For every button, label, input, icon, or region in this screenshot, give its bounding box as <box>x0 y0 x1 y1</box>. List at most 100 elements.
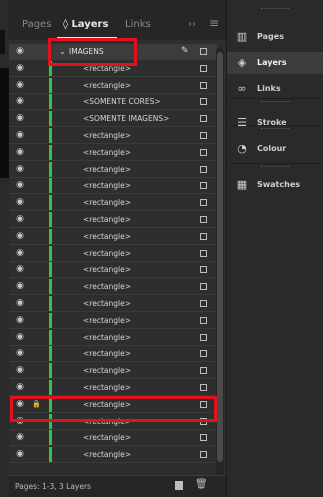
panel-footer: Pages: 1-3, 3 Layers 🗑 <box>9 475 226 497</box>
eye-icon[interactable]: ◉ <box>15 97 25 106</box>
new-layer-icon[interactable] <box>175 481 183 490</box>
layer-row[interactable]: ◉ <rectangle> <box>9 279 217 296</box>
selection-square-icon[interactable] <box>200 333 207 341</box>
eye-icon[interactable]: ◉ <box>15 47 25 56</box>
selection-square-icon[interactable] <box>200 64 207 72</box>
eye-icon[interactable]: ◉ <box>15 164 25 174</box>
selection-square-icon[interactable] <box>200 316 207 324</box>
layer-row[interactable]: ◉ <rectangle> <box>9 178 217 195</box>
layer-row[interactable]: ◉ <rectangle> <box>9 447 217 464</box>
layer-label: <rectangle> <box>83 147 131 157</box>
selection-square-icon[interactable] <box>200 148 207 156</box>
eye-icon[interactable]: ◉ <box>15 366 25 375</box>
tab-links[interactable]: Links <box>125 18 151 32</box>
dock-item-swatches[interactable]: ▦ Swatches <box>227 174 323 196</box>
eye-icon[interactable]: ◉ <box>15 332 25 342</box>
layer-row[interactable]: ◉ <rectangle> <box>9 161 217 178</box>
eye-icon[interactable]: ◉ <box>15 131 25 140</box>
layer-row[interactable]: ◉ <rectangle> <box>9 363 217 380</box>
layer-color-bar <box>49 245 52 262</box>
selection-square-icon[interactable] <box>200 249 207 257</box>
eye-icon[interactable]: ◉ <box>15 80 25 90</box>
selection-square-icon[interactable] <box>200 232 207 240</box>
eye-icon[interactable]: ◉ <box>15 450 25 459</box>
layer-color-bar <box>49 279 52 296</box>
layer-label: <rectangle> <box>83 349 131 359</box>
layer-row[interactable]: ◉ <rectangle> <box>9 228 217 245</box>
layer-color-bar <box>49 228 52 245</box>
document-strip <box>0 30 5 54</box>
tab-pages[interactable]: Pages <box>22 18 51 32</box>
layer-row[interactable]: ◉ <rectangle> <box>9 245 217 262</box>
layer-label: <rectangle> <box>83 450 131 460</box>
dock-grip[interactable] <box>261 101 289 103</box>
layer-row[interactable]: ◉ <rectangle> <box>9 380 217 396</box>
dock-item-stroke[interactable]: ☰ Stroke <box>227 112 323 134</box>
eye-icon[interactable]: ◉ <box>15 315 25 325</box>
layer-row[interactable]: ◉ <rectangle> <box>9 296 217 312</box>
selection-square-icon[interactable] <box>200 132 207 139</box>
eye-icon[interactable]: ◉ <box>15 215 25 224</box>
layer-row[interactable]: ◉ <SOMENTE IMAGENS> <box>9 111 217 128</box>
scrollbar-thumb[interactable] <box>217 52 223 462</box>
dock-item-links[interactable]: ∞ Links <box>227 78 323 100</box>
layer-row[interactable]: ◉ <rectangle> <box>9 144 217 161</box>
dock-grip[interactable] <box>261 166 289 168</box>
layer-row[interactable]: ◉ <rectangle> <box>9 312 217 329</box>
pages-icon: ▥ <box>236 30 248 43</box>
eye-icon[interactable]: ◉ <box>15 198 25 207</box>
selection-square-icon[interactable] <box>200 81 207 89</box>
selection-square-icon[interactable] <box>200 165 207 173</box>
dock-item-colour[interactable]: ◔ Colour <box>227 138 323 160</box>
layer-row[interactable]: ◉ <rectangle> <box>9 128 217 144</box>
eye-icon[interactable]: ◉ <box>15 433 25 442</box>
layer-row[interactable]: ◉ <rectangle> <box>9 346 217 363</box>
selection-square-icon[interactable] <box>200 451 207 459</box>
layer-row[interactable]: ◉ <rectangle> <box>9 329 217 346</box>
layer-row[interactable]: ◉ <rectangle> <box>9 430 217 447</box>
dock-grip[interactable] <box>261 8 289 10</box>
layer-row[interactable]: ◉ <rectangle> <box>9 262 217 279</box>
selection-square-icon[interactable] <box>200 98 207 106</box>
dock-item-layers[interactable]: ◈ Layers <box>227 52 323 74</box>
eye-icon[interactable]: ◉ <box>15 248 25 258</box>
selection-square-icon[interactable] <box>200 434 207 442</box>
eye-icon[interactable]: ◉ <box>15 231 25 241</box>
selection-square-icon[interactable] <box>200 266 207 274</box>
layer-color-bar <box>49 128 52 144</box>
selection-square-icon[interactable] <box>200 384 207 391</box>
selection-square-icon[interactable] <box>200 199 207 207</box>
selection-square-icon[interactable] <box>200 283 207 291</box>
layer-label: <rectangle> <box>83 231 131 241</box>
layer-list-scrollbar[interactable] <box>216 48 224 478</box>
tab-layers[interactable]: ◊ Layers <box>63 18 108 32</box>
trash-icon[interactable]: 🗑 <box>195 479 208 491</box>
layer-label: <rectangle> <box>83 366 131 376</box>
layer-row[interactable]: ◉ <rectangle> <box>9 212 217 228</box>
dock-item-pages[interactable]: ▥ Pages <box>227 26 323 48</box>
layer-row[interactable]: ◉ <rectangle> <box>9 77 217 94</box>
selection-square-icon[interactable] <box>200 367 207 375</box>
selection-square-icon[interactable] <box>200 182 207 190</box>
eye-icon[interactable]: ◉ <box>15 282 25 291</box>
selection-square-icon[interactable] <box>200 48 207 55</box>
panel-menu-icon[interactable]: ≡ <box>209 16 219 30</box>
eye-icon[interactable]: ◉ <box>15 114 25 123</box>
eye-icon[interactable]: ◉ <box>15 147 25 157</box>
eye-icon[interactable]: ◉ <box>15 299 25 308</box>
layer-row[interactable]: ◉ <SOMENTE CORES> <box>9 94 217 111</box>
eye-icon[interactable]: ◉ <box>15 63 25 73</box>
layer-label: <rectangle> <box>83 164 131 174</box>
selection-square-icon[interactable] <box>200 216 207 223</box>
eye-icon[interactable]: ◉ <box>15 349 25 358</box>
eye-icon[interactable]: ◉ <box>15 181 25 190</box>
selection-square-icon[interactable] <box>200 300 207 307</box>
row-divider <box>9 462 217 464</box>
selection-square-icon[interactable] <box>200 350 207 358</box>
selection-square-icon[interactable] <box>200 115 207 123</box>
layer-row[interactable]: ◉ <rectangle> <box>9 195 217 212</box>
layer-label: <rectangle> <box>83 215 131 224</box>
eye-icon[interactable]: ◉ <box>15 383 25 392</box>
more-tabs-icon[interactable]: ›› <box>188 18 196 32</box>
eye-icon[interactable]: ◉ <box>15 265 25 274</box>
